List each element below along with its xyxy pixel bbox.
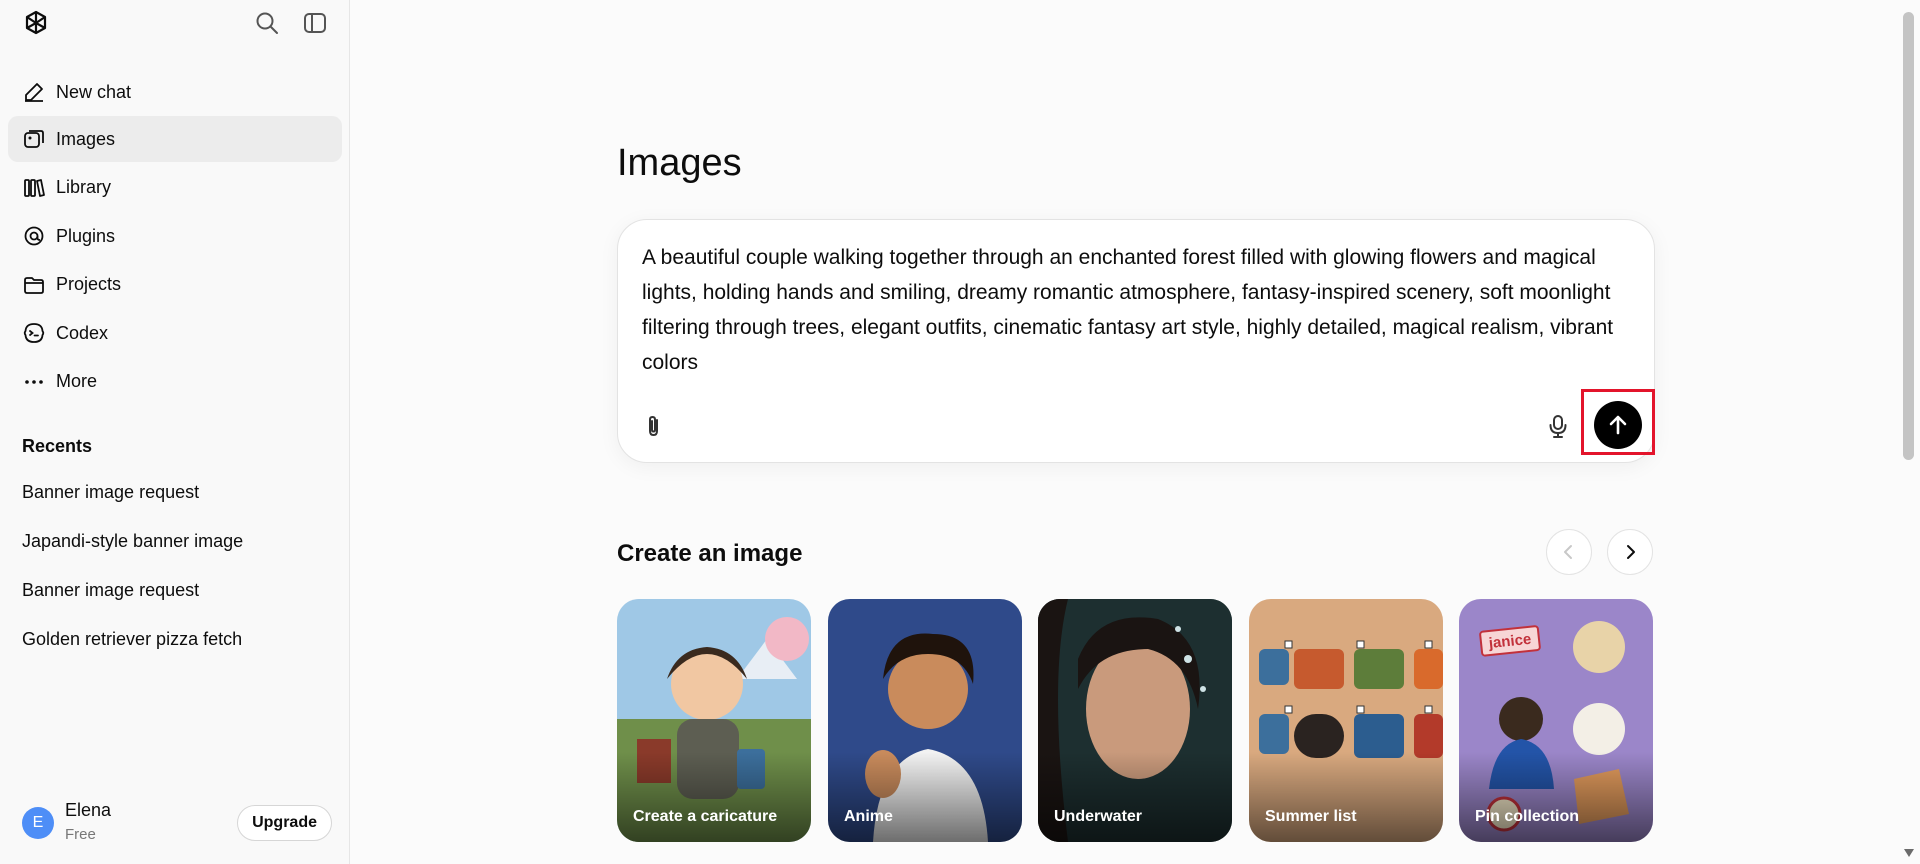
prompt-input[interactable]: A beautiful couple walking together thro… <box>642 240 1632 380</box>
sidebar-item-label: Plugins <box>56 225 116 246</box>
microphone-icon[interactable] <box>1544 412 1572 440</box>
sidebar-item-images[interactable]: Images <box>8 116 342 162</box>
plugins-icon <box>24 226 44 246</box>
images-icon <box>24 130 44 148</box>
openai-logo-icon[interactable] <box>20 8 52 40</box>
sidebar-item-label: Codex <box>56 322 109 343</box>
card-label: Create a caricature <box>633 808 778 825</box>
sidebar-item-label: New chat <box>56 81 132 102</box>
sidebar-item-projects[interactable]: Projects <box>8 262 342 308</box>
more-icon <box>25 379 43 384</box>
user-plan: Free <box>65 826 96 843</box>
chevron-right-icon <box>1627 545 1635 559</box>
card-anime[interactable]: Anime <box>828 599 1022 842</box>
codex-icon <box>23 323 45 343</box>
sidebar-item-plugins[interactable]: Plugins <box>8 213 342 259</box>
recent-chat-item[interactable]: Banner image request <box>22 572 332 621</box>
sidebar-item-library[interactable]: Library <box>8 165 342 211</box>
upgrade-button[interactable]: Upgrade <box>237 805 332 841</box>
carousel-next-button[interactable] <box>1607 529 1653 575</box>
prompt-composer: A beautiful couple walking together thro… <box>617 219 1655 463</box>
recents-heading: Recents <box>22 436 93 456</box>
arrow-up-icon <box>1609 415 1627 435</box>
library-icon <box>24 178 45 197</box>
user-name: Elena <box>65 800 112 820</box>
card-shade <box>828 752 1022 842</box>
sidebar-item-codex[interactable]: Codex <box>8 310 342 356</box>
sidebar: New chat Images Library Plugins Projects… <box>0 0 350 864</box>
sidebar-nav: New chat Images Library Plugins Projects… <box>8 82 342 407</box>
card-shade <box>1249 752 1443 842</box>
card-shade <box>1038 752 1232 842</box>
page-title: Images <box>617 142 742 184</box>
sidebar-item-more[interactable]: More <box>8 359 342 405</box>
card-label: Pin collection <box>1475 808 1580 825</box>
recents-list: Banner image request Japandi-style banne… <box>22 474 332 670</box>
card-label: Underwater <box>1054 808 1143 825</box>
card-shade <box>1459 752 1653 842</box>
sidebar-item-new-chat[interactable]: New chat <box>8 69 342 115</box>
card-summer-list[interactable]: Summer list <box>1249 599 1443 842</box>
avatar: E <box>22 807 54 839</box>
card-create-a-caricature[interactable]: Create a caricature <box>617 599 811 842</box>
recent-chat-item[interactable]: Golden retriever pizza fetch <box>22 621 332 670</box>
sidebar-toggle-icon[interactable] <box>302 10 328 36</box>
sidebar-item-label: Library <box>56 177 112 197</box>
user-profile[interactable]: E Elena Free Upgrade <box>22 800 332 846</box>
scrollbar-thumb[interactable] <box>1903 12 1914 460</box>
card-underwater[interactable]: Underwater <box>1038 599 1232 842</box>
card-label: Anime <box>844 808 893 825</box>
section-title: Create an image <box>617 540 803 567</box>
sidebar-item-label: Projects <box>56 274 122 294</box>
recent-chat-item[interactable]: Banner image request <box>22 474 332 523</box>
paperclip-icon[interactable] <box>640 412 668 440</box>
card-shade <box>617 752 811 842</box>
scroll-down-arrow-icon[interactable] <box>1903 848 1915 858</box>
chevron-left-icon <box>1564 545 1572 559</box>
recent-chat-item[interactable]: Japandi-style banner image <box>22 523 332 572</box>
sidebar-item-label: Images <box>56 128 116 149</box>
card-label: Summer list <box>1265 808 1357 825</box>
card-pin-collection[interactable]: janice Pin collection <box>1459 599 1653 842</box>
folder-icon <box>24 276 44 294</box>
edit-icon <box>25 83 43 102</box>
sidebar-item-label: More <box>56 371 98 391</box>
carousel-prev-button[interactable] <box>1546 529 1592 575</box>
send-button[interactable] <box>1594 401 1642 449</box>
search-icon[interactable] <box>254 10 280 36</box>
